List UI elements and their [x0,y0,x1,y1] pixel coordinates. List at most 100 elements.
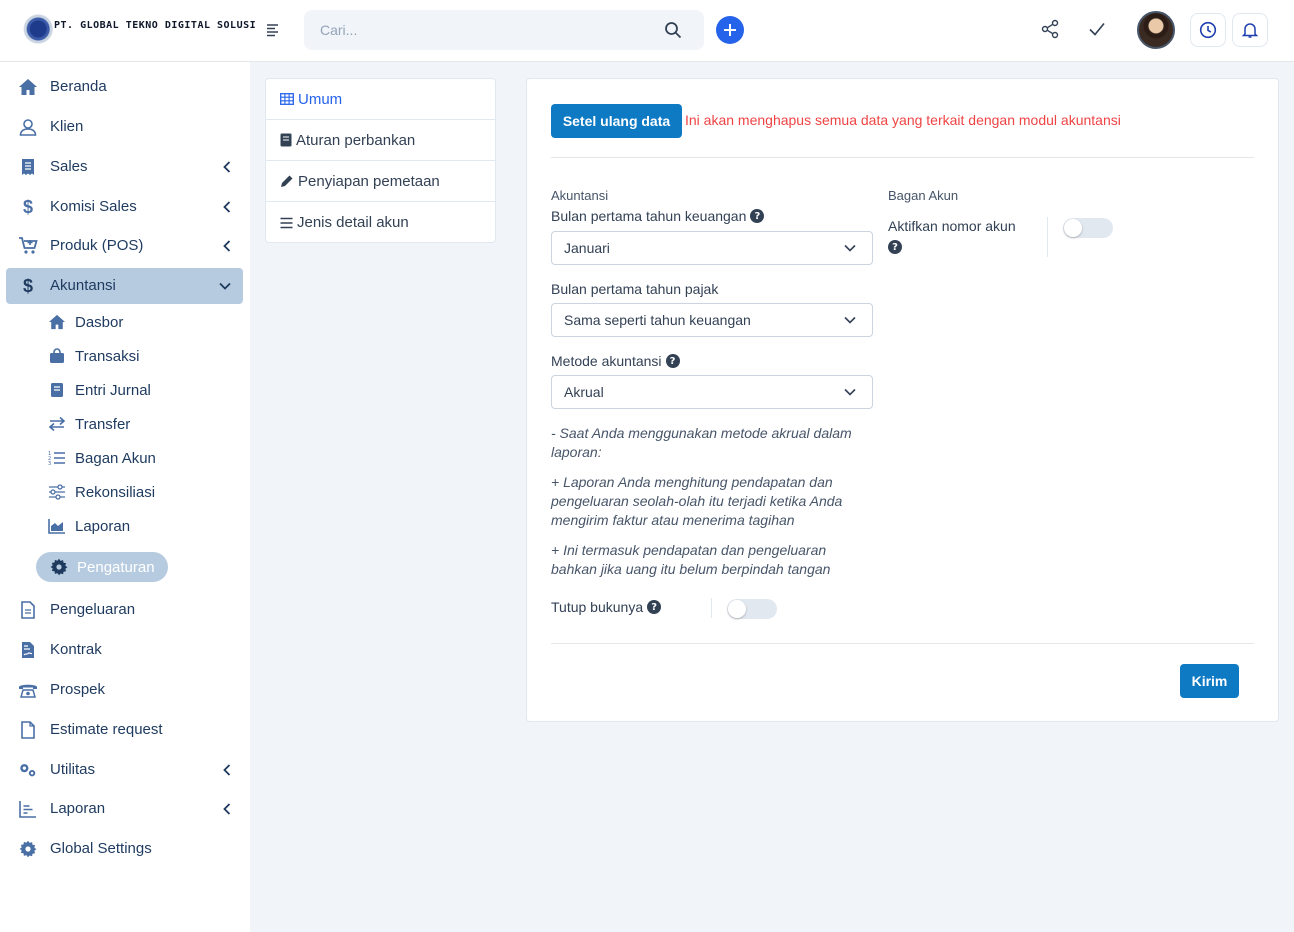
settings-menu-label: Jenis detail akun [297,214,409,231]
check-icon[interactable] [1088,21,1106,37]
sidebar-item-akuntansi[interactable]: $ Akuntansi [6,268,243,304]
sidebar: Beranda Klien Sales $ Komisi Sales Produ… [0,62,250,932]
accounting-method-select[interactable]: Akrual [551,375,873,409]
book-icon [280,133,292,147]
close-books-toggle[interactable] [727,599,777,619]
reset-warning-text: Ini akan menghapus semua data yang terka… [685,112,1121,128]
divider [551,643,1254,644]
divider [551,157,1254,158]
submenu-label: Bagan Akun [75,449,156,467]
dollar-icon: $ [22,196,33,217]
submenu-item-transaksi[interactable]: Transaksi [48,342,139,370]
sidebar-item-label: Produk (POS) [50,237,144,254]
submenu-label: Pengaturan [77,558,155,576]
submenu-item-pengaturan[interactable]: Pengaturan [36,552,168,582]
search-box [304,10,704,50]
sidebar-item-laporan[interactable]: Laporan [6,791,243,827]
fiscal-month-value: Januari [564,240,610,256]
chevron-down-icon [219,282,231,290]
submenu-item-bagan-akun[interactable]: 123 Bagan Akun [48,444,156,472]
phone-icon [18,680,38,700]
chart-of-accounts-section-title: Bagan Akun [888,188,959,203]
chevron-left-icon [223,201,231,213]
add-button[interactable] [716,16,744,44]
logo-icon [22,11,58,47]
help-icon[interactable]: ? [647,600,662,614]
user-icon [18,117,38,137]
submenu-item-entri-jurnal[interactable]: Entri Jurnal [48,376,151,404]
clock-button[interactable] [1190,13,1226,47]
sidebar-item-sales[interactable]: Sales [6,149,243,185]
sidebar-item-label: Beranda [50,78,107,95]
submit-button[interactable]: Kirim [1180,664,1239,698]
help-icon[interactable]: ? [750,209,765,223]
sidebar-item-label: Laporan [50,800,106,817]
sidebar-item-label: Pengeluaran [50,601,136,618]
gear-icon [50,558,68,576]
accounting-method-value: Akrual [564,384,604,400]
search-input[interactable] [304,10,644,50]
close-books-label: Tutup bukunya ? [551,599,662,615]
chevron-left-icon [223,161,231,173]
tax-month-select[interactable]: Sama seperti tahun keuangan [551,303,873,337]
enable-account-number-label: Aktifkan nomor akun [888,218,1016,234]
tax-month-label-text: Bulan pertama tahun pajak [551,281,719,297]
notification-button[interactable] [1232,13,1268,47]
settings-menu-jenis-detail-akun[interactable]: Jenis detail akun [266,202,495,243]
chevron-left-icon [223,240,231,252]
help-icon[interactable]: ? [665,354,680,368]
sidebar-item-global-settings[interactable]: Global Settings [6,831,243,867]
divider [711,598,712,618]
submenu-item-dasbor[interactable]: Dasbor [48,308,123,336]
sidebar-item-estimate-request[interactable]: Estimate request [6,712,243,748]
table-icon [280,93,294,105]
submenu-label: Transfer [75,415,131,433]
chevron-down-icon [844,388,856,396]
accounting-method-label-text: Metode akuntansi [551,353,662,369]
submenu-label: Transaksi [75,347,140,365]
menu-icon[interactable] [266,23,280,37]
list-ordered-icon: 123 [48,449,66,467]
submenu-item-transfer[interactable]: Transfer [48,410,130,438]
enable-account-number-toggle[interactable] [1063,218,1113,238]
close-books-label-text: Tutup bukunya [551,599,644,615]
avatar[interactable] [1137,11,1175,49]
sidebar-item-kontrak[interactable]: Kontrak [6,632,243,668]
enable-account-number-label-text: Aktifkan nomor akun [888,218,1016,234]
settings-menu-umum[interactable]: Umum [266,79,495,120]
divider [1047,217,1048,257]
reset-data-button[interactable]: Setel ulang data [551,104,682,138]
share-icon[interactable] [1040,19,1060,39]
list-icon [280,217,293,228]
brand-logo[interactable]: PT. GLOBAL TEKNO DIGITAL SOLUSI [22,11,256,47]
sidebar-item-klien[interactable]: Klien [6,109,243,145]
clock-icon [1199,21,1217,39]
submenu-item-laporan[interactable]: Laporan [48,512,130,540]
fiscal-month-label-text: Bulan pertama tahun keuangan [551,208,747,224]
accounting-settings-card: Setel ulang data Ini akan menghapus semu… [526,78,1279,722]
sidebar-item-label: Global Settings [50,840,152,857]
sidebar-item-produk[interactable]: Produk (POS) [6,228,243,264]
settings-menu-aturan-perbankan[interactable]: Aturan perbankan [266,120,495,161]
chevron-left-icon [223,803,231,815]
book-icon [48,381,66,399]
gear-icon [18,839,38,859]
accrual-note-2: + Ini termasuk pendapatan dan pengeluara… [551,542,831,577]
sidebar-item-prospek[interactable]: Prospek [6,672,243,708]
accrual-note-intro: - Saat Anda menggunakan metode akrual da… [551,425,852,460]
chevron-down-icon [844,316,856,324]
sidebar-item-label: Utilitas [50,761,96,778]
sidebar-item-komisi-sales[interactable]: $ Komisi Sales [6,189,243,225]
receipt-icon [18,157,38,177]
sidebar-item-pengeluaran[interactable]: Pengeluaran [6,592,243,628]
sidebar-item-beranda[interactable]: Beranda [6,69,243,105]
fiscal-month-select[interactable]: Januari [551,231,873,265]
settings-menu-penyiapan-pemetaan[interactable]: Penyiapan pemetaan [266,161,495,202]
help-icon[interactable]: ? [888,240,902,254]
home-icon [48,313,66,331]
sidebar-item-utilitas[interactable]: Utilitas [6,752,243,788]
submenu-label: Rekonsiliasi [75,483,156,501]
submenu-item-rekonsiliasi[interactable]: Rekonsiliasi [48,478,155,506]
search-icon[interactable] [664,21,682,39]
dollar-icon: $ [22,275,33,296]
